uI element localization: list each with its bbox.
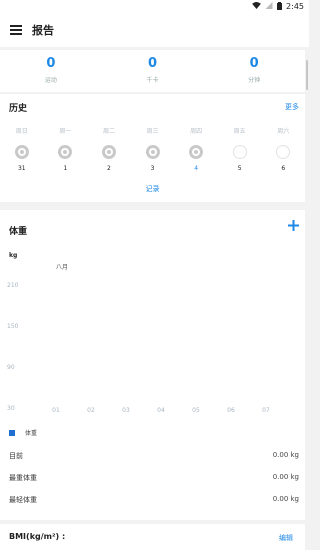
page-title: 报告 — [32, 24, 54, 37]
day-number: 2 — [107, 165, 111, 172]
y-axis-unit: kg — [9, 252, 17, 259]
weight-chart: kg 八月 210 150 90 30 01 02 03 04 05 06 07 — [7, 252, 270, 414]
wifi-icon — [252, 2, 261, 11]
stat-label: 分钟 — [248, 77, 261, 84]
day-item[interactable]: 周五 5 — [218, 126, 262, 172]
day-item[interactable]: 周二 2 — [87, 126, 131, 172]
heaviest-weight-value: 0.00 kg — [272, 473, 299, 481]
legend-label: 体重 — [25, 430, 38, 437]
x-tick-label: 03 — [122, 407, 130, 414]
weekday-label: 周四 — [190, 128, 203, 135]
current-weight-row: 目前 0.00 kg — [9, 451, 299, 461]
day-status-icon — [232, 145, 247, 159]
weekday-label: 周二 — [102, 128, 115, 135]
lightest-weight-label: 最轻体重 — [9, 496, 37, 504]
bmi-title: BMI(kg/m²) : — [9, 532, 66, 541]
day-item[interactable]: 周三 3 — [131, 126, 175, 172]
current-weight-value: 0.00 kg — [272, 451, 299, 459]
current-weight-label: 目前 — [9, 452, 23, 460]
heaviest-weight-row: 最重体重 0.00 kg — [9, 473, 299, 483]
status-bar: 2:45 — [0, 0, 309, 13]
history-card: 历史 更多 周日 31 周一 1 周二 2 周三 3 周四 4 周五 5 周六 … — [0, 94, 305, 202]
day-status-icon — [14, 145, 29, 159]
weekday-label: 周一 — [59, 128, 72, 135]
stat-label: 千卡 — [146, 77, 159, 84]
weekday-label: 周日 — [15, 128, 28, 135]
day-status-icon — [58, 145, 73, 159]
scrollbar[interactable] — [306, 60, 308, 90]
day-status-icon — [101, 145, 116, 159]
app-bar: 报告 — [0, 13, 309, 47]
stat-value: 0 — [147, 56, 158, 71]
signal-icon — [265, 2, 273, 11]
weekday-label: 周五 — [233, 128, 246, 135]
heaviest-weight-label: 最重体重 — [9, 474, 37, 482]
day-number: 31 — [17, 165, 26, 172]
weight-title: 体重 — [9, 227, 28, 237]
legend-swatch — [9, 429, 15, 436]
clock-time: 2:45 — [286, 2, 304, 11]
stat-item: 0 千卡 — [102, 50, 204, 92]
month-label: 八月 — [56, 264, 68, 271]
x-tick-label: 05 — [192, 407, 200, 414]
y-tick-label: 210 — [7, 282, 19, 289]
weekday-label: 周三 — [146, 128, 159, 135]
day-item[interactable]: 周六 6 — [261, 126, 305, 172]
chart-legend: 体重 — [9, 428, 37, 437]
day-item[interactable]: 周一 1 — [44, 126, 88, 172]
x-tick-label: 04 — [157, 407, 165, 414]
plus-icon — [288, 220, 299, 231]
day-number: 3 — [150, 165, 155, 172]
y-tick-label: 150 — [7, 323, 19, 330]
record-link[interactable]: 记录 — [0, 184, 305, 194]
day-number: 5 — [237, 165, 242, 172]
day-item[interactable]: 周四 4 — [174, 126, 218, 172]
x-tick-label: 06 — [227, 407, 235, 414]
day-item[interactable]: 周日 31 — [0, 126, 44, 172]
x-tick-label: 07 — [262, 407, 270, 414]
edit-bmi-link[interactable]: 编辑 — [279, 533, 293, 543]
lightest-weight-value: 0.00 kg — [272, 495, 299, 503]
add-weight-button[interactable] — [288, 219, 299, 234]
bmi-card: BMI(kg/m²) : 编辑 — [0, 524, 305, 550]
lightest-weight-row: 最轻体重 0.00 kg — [9, 495, 299, 505]
menu-icon[interactable] — [10, 25, 22, 35]
weekday-label: 周六 — [277, 128, 290, 135]
day-number: 4 — [194, 165, 199, 172]
x-tick-label: 02 — [87, 407, 95, 414]
y-tick-label: 90 — [7, 364, 15, 371]
stat-item: 0 分钟 — [203, 50, 305, 92]
day-number: 6 — [281, 165, 286, 172]
summary-stats: 0 运动 0 千卡 0 分钟 — [0, 50, 305, 92]
stat-label: 运动 — [44, 77, 57, 84]
day-status-icon — [189, 145, 204, 159]
history-title: 历史 — [9, 104, 28, 114]
stat-value: 0 — [46, 56, 56, 71]
day-number: 1 — [63, 165, 68, 172]
battery-icon — [277, 1, 283, 12]
weight-card: 体重 kg 八月 210 150 90 30 01 02 03 04 05 06 07 体重 目前 0.… — [0, 210, 305, 520]
more-link[interactable]: 更多 — [285, 102, 299, 112]
day-status-icon — [145, 145, 160, 159]
stat-item: 0 运动 — [0, 50, 102, 92]
stat-value: 0 — [249, 56, 259, 71]
week-days: 周日 31 周一 1 周二 2 周三 3 周四 4 周五 5 周六 6 — [0, 126, 305, 172]
day-status-icon — [276, 145, 291, 159]
x-tick-label: 01 — [52, 407, 60, 414]
y-tick-label: 30 — [7, 405, 15, 412]
